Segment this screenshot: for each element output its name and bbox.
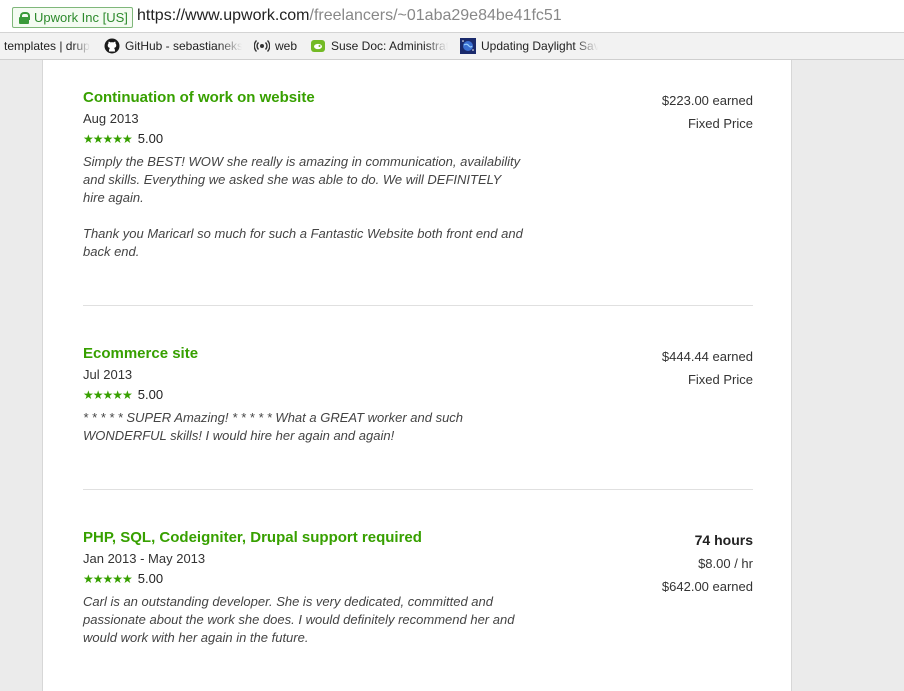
job-date: Jul 2013 xyxy=(83,367,133,382)
globe-icon xyxy=(460,38,476,54)
bookmarks-bar: templates | drup GitHub - sebastianeks w… xyxy=(0,33,904,60)
job-title[interactable]: PHP, SQL, Codeigniter, Drupal support re… xyxy=(83,529,753,547)
bookmark-templates[interactable]: templates | drup xyxy=(4,33,92,59)
bookmark-suse-doc[interactable]: Suse Doc: Administrat xyxy=(310,33,448,59)
github-icon xyxy=(104,38,120,54)
job-date: Jan 2013 - May 2013 xyxy=(83,551,206,566)
amount-earned: $223.00 earned xyxy=(661,93,753,108)
rating-score: 5.00 xyxy=(137,131,164,146)
star-rating-icon: ★★★★★ xyxy=(83,131,133,146)
star-rating-icon: ★★★★★ xyxy=(83,571,133,586)
work-history-panel: Continuation of work on website Aug 2013… xyxy=(42,60,792,691)
url-text[interactable]: https://www.upwork.com/freelancers/~01ab… xyxy=(137,6,562,26)
amount-earned: $642.00 earned xyxy=(661,579,753,594)
client-feedback: * * * * * SUPER Amazing! * * * * * What … xyxy=(83,410,464,443)
bookmark-label: templates | drup xyxy=(4,39,90,53)
job-summary: 74 hours $8.00 / hr $642.00 earned xyxy=(662,529,753,598)
divider xyxy=(83,489,753,490)
client-feedback: Carl is an outstanding developer. She is… xyxy=(83,594,515,645)
bookmark-label: Suse Doc: Administrat xyxy=(331,39,448,53)
star-rating-icon: ★★★★★ xyxy=(83,387,133,402)
job-rating: ★★★★★ 5.00 xyxy=(83,571,753,586)
job-summary: $223.00 earned Fixed Price xyxy=(662,89,753,135)
job-entry: PHP, SQL, Codeigniter, Drupal support re… xyxy=(83,529,753,647)
job-summary: $444.44 earned Fixed Price xyxy=(662,345,753,391)
client-feedback: Simply the BEST! WOW she really is amazi… xyxy=(83,154,523,259)
job-date: Aug 2013 xyxy=(83,111,139,126)
bookmark-daylight-saving[interactable]: Updating Daylight Sav xyxy=(460,33,598,59)
amount-earned: $444.44 earned xyxy=(661,349,753,364)
job-entry: Continuation of work on website Aug 2013… xyxy=(83,89,753,261)
job-entry: Ecommerce site Jul 2013 ★★★★★ 5.00 * * *… xyxy=(83,345,753,445)
bookmark-label: web xyxy=(275,39,298,53)
divider xyxy=(83,305,753,306)
bookmark-web[interactable]: web xyxy=(254,33,300,59)
contract-type: Fixed Price xyxy=(687,372,753,387)
job-title[interactable]: Continuation of work on website xyxy=(83,89,753,107)
job-rating: ★★★★★ 5.00 xyxy=(83,131,753,146)
ev-label: Upwork Inc [US] xyxy=(34,10,128,25)
job-rating: ★★★★★ 5.00 xyxy=(83,387,753,402)
rating-score: 5.00 xyxy=(137,387,164,402)
radio-wave-icon xyxy=(254,38,270,54)
hours-worked: 74 hours xyxy=(694,532,753,548)
address-bar[interactable]: Upwork Inc [US] https://www.upwork.com/f… xyxy=(0,0,904,33)
contract-type: Fixed Price xyxy=(687,116,753,131)
hourly-rate: $8.00 / hr xyxy=(698,556,753,571)
url-path: /freelancers/~01aba29e84be41fc51 xyxy=(309,7,562,24)
lock-icon xyxy=(19,11,30,24)
rating-score: 5.00 xyxy=(137,571,164,586)
job-title[interactable]: Ecommerce site xyxy=(83,345,753,363)
bookmark-label: GitHub - sebastianeks xyxy=(125,39,242,53)
suse-icon xyxy=(310,38,326,54)
bookmark-label: Updating Daylight Sav xyxy=(481,39,598,53)
url-host: https://www.upwork.com xyxy=(137,7,310,24)
bookmark-github[interactable]: GitHub - sebastianeks xyxy=(104,33,242,59)
ev-certificate-badge[interactable]: Upwork Inc [US] xyxy=(12,7,133,28)
